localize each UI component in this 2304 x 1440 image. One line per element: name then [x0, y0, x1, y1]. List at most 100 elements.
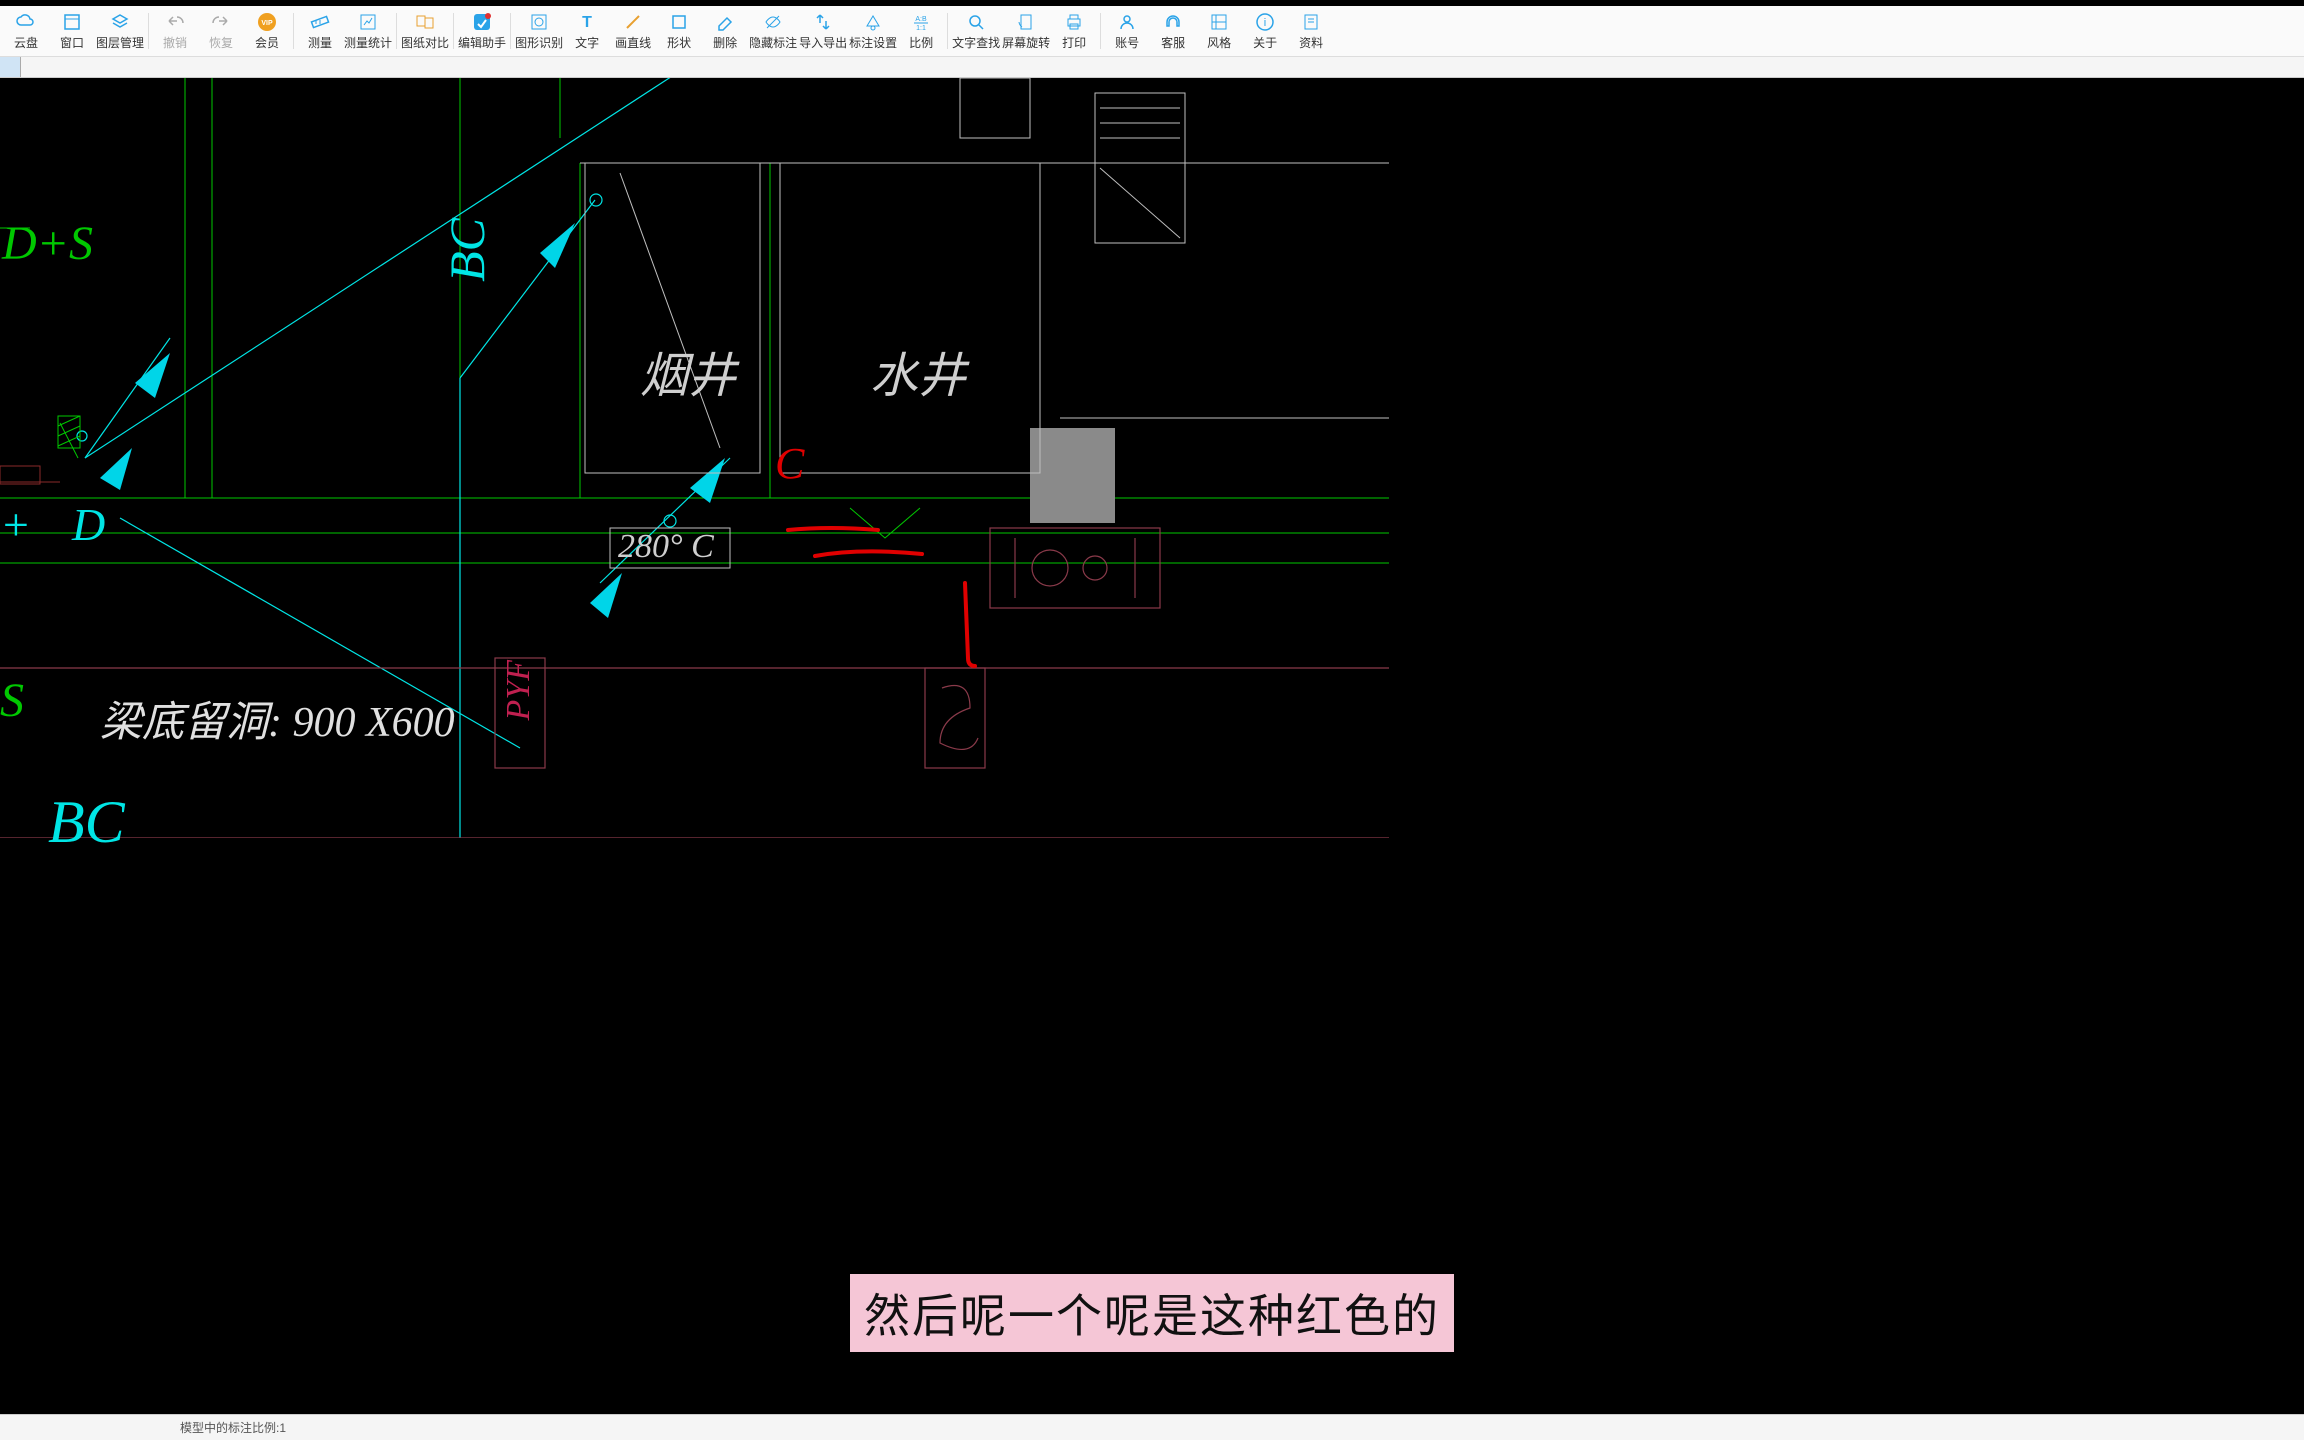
toolbar-anno-set-label: 标注设置 — [849, 34, 897, 51]
label-c-red: C — [775, 438, 804, 489]
toolbar-hide-anno-button[interactable]: 隐藏标注 — [749, 9, 797, 53]
rotate-icon — [1016, 12, 1036, 32]
toolbar-style-button[interactable]: 风格 — [1197, 9, 1241, 53]
toolbar-hide-anno-label: 隐藏标注 — [749, 34, 797, 51]
toolbar-print-button[interactable]: 打印 — [1052, 9, 1096, 53]
toolbar-measure-stat-button[interactable]: 测量统计 — [344, 9, 392, 53]
toolbar-text-label: 文字 — [575, 34, 599, 51]
toolbar-separator — [1100, 13, 1101, 49]
toolbar-separator — [148, 13, 149, 49]
toolbar-separator — [947, 13, 948, 49]
toolbar-import-export-button[interactable]: 导入导出 — [799, 9, 847, 53]
toolbar-measure-stat-label: 测量统计 — [344, 34, 392, 51]
window-icon — [62, 12, 82, 32]
hide-anno-icon — [763, 12, 783, 32]
toolbar-undo-button[interactable]: 撤销 — [153, 9, 197, 53]
video-subtitle: 然后呢一个呢是这种红色的 — [850, 1274, 1454, 1352]
toolbar-layer-button[interactable]: 图层管理 — [96, 9, 144, 53]
toolbar-account-button[interactable]: 账号 — [1105, 9, 1149, 53]
toolbar-shape-button[interactable]: 形状 — [657, 9, 701, 53]
toolbar-layer-label: 图层管理 — [96, 34, 144, 51]
text-icon: T — [577, 12, 597, 32]
label-liang: 梁底留洞: 900 X600 — [100, 688, 455, 749]
support-icon — [1163, 12, 1183, 32]
label-bc-bottom: BC — [48, 788, 125, 857]
toolbar-docs-button[interactable]: 资料 — [1289, 9, 1333, 53]
toolbar-vip-label: 会员 — [255, 34, 279, 51]
erase-icon — [715, 12, 735, 32]
edit-helper-icon — [472, 12, 492, 32]
toolbar-style-label: 风格 — [1207, 34, 1231, 51]
toolbar-redo-button[interactable]: 恢复 — [199, 9, 243, 53]
toolbar-undo-label: 撤销 — [163, 34, 187, 51]
docs-icon — [1301, 12, 1321, 32]
label-ds: D+S — [2, 216, 93, 271]
label-yanjing: 烟井 — [640, 336, 736, 406]
toolbar-about-label: 关于 — [1253, 34, 1277, 51]
toolbar-separator — [396, 13, 397, 49]
toolbar-line-label: 画直线 — [615, 34, 651, 51]
label-temperature: 280° C — [618, 528, 714, 566]
toolbar-window-label: 窗口 — [60, 34, 84, 51]
toolbar-erase-button[interactable]: 删除 — [703, 9, 747, 53]
toolbar-support-button[interactable]: 客服 — [1151, 9, 1195, 53]
tab-active[interactable] — [0, 57, 21, 77]
svg-text:T: T — [582, 14, 592, 31]
toolbar-scale-button[interactable]: A:B 1:1 比例 — [899, 9, 943, 53]
anno-set-icon — [863, 12, 883, 32]
toolbar-text-button[interactable]: T 文字 — [565, 9, 609, 53]
label-d: D — [72, 498, 105, 551]
toolbar-import-export-label: 导入导出 — [799, 34, 847, 51]
status-bar: 模型中的标注比例:1 — [0, 1414, 2304, 1440]
toolbar-about-button[interactable]: i 关于 — [1243, 9, 1287, 53]
toolbar-cloud-button[interactable]: 云盘 — [4, 9, 48, 53]
toolbar-shape-rec-label: 图形识别 — [515, 34, 563, 51]
toolbar-edit-helper-button[interactable]: 编辑助手 — [458, 9, 506, 53]
toolbar-find-text-label: 文字查找 — [952, 34, 1000, 51]
toolbar-separator — [293, 13, 294, 49]
toolbar-cloud-label: 云盘 — [14, 34, 38, 51]
toolbar-support-label: 客服 — [1161, 34, 1185, 51]
redo-icon — [211, 12, 231, 32]
toolbar-line-button[interactable]: 画直线 — [611, 9, 655, 53]
toolbar-docs-label: 资料 — [1299, 34, 1323, 51]
toolbar-print-label: 打印 — [1062, 34, 1086, 51]
account-icon — [1117, 12, 1137, 32]
tab-strip — [0, 56, 2304, 78]
toolbar-rotate-button[interactable]: 屏幕旋转 — [1002, 9, 1050, 53]
svg-text:1:1: 1:1 — [916, 25, 926, 32]
import-export-icon — [813, 12, 833, 32]
svg-text:VIP: VIP — [261, 20, 273, 27]
measure-icon — [310, 12, 330, 32]
undo-icon — [165, 12, 185, 32]
shape-icon — [669, 12, 689, 32]
svg-text:i: i — [1264, 17, 1266, 29]
toolbar-edit-helper-label: 编辑助手 — [458, 34, 506, 51]
toolbar-vip-button[interactable]: VIP 会员 — [245, 9, 289, 53]
toolbar-scale-label: 比例 — [909, 34, 933, 51]
toolbar-compare-button[interactable]: 图纸对比 — [401, 9, 449, 53]
label-shuijing: 水井 — [870, 336, 966, 406]
main-toolbar: 云盘 窗口图层管理 撤销恢复 VIP 会员 测量测量统计图纸对比编辑助手图形识别 T 文字画直… — [0, 6, 2304, 56]
toolbar-separator — [453, 13, 454, 49]
toolbar-anno-set-button[interactable]: 标注设置 — [849, 9, 897, 53]
toolbar-measure-label: 测量 — [308, 34, 332, 51]
toolbar-compare-label: 图纸对比 — [401, 34, 449, 51]
cad-canvas[interactable]: D+S BC 烟井 水井 280° C PYF 梁底留洞: 900 X600 B… — [0, 78, 2304, 1412]
label-plus: + — [0, 498, 31, 551]
toolbar-shape-label: 形状 — [667, 34, 691, 51]
layer-icon — [110, 12, 130, 32]
line-icon — [623, 12, 643, 32]
toolbar-erase-label: 删除 — [713, 34, 737, 51]
toolbar-window-button[interactable]: 窗口 — [50, 9, 94, 53]
scale-icon: A:B 1:1 — [911, 12, 931, 32]
toolbar-find-text-button[interactable]: 文字查找 — [952, 9, 1000, 53]
print-icon — [1064, 12, 1084, 32]
svg-text:A:B: A:B — [915, 16, 927, 23]
cloud-icon — [16, 12, 36, 32]
toolbar-measure-button[interactable]: 测量 — [298, 9, 342, 53]
toolbar-account-label: 账号 — [1115, 34, 1139, 51]
toolbar-separator — [510, 13, 511, 49]
toolbar-shape-rec-button[interactable]: 图形识别 — [515, 9, 563, 53]
vip-icon: VIP — [257, 12, 277, 32]
